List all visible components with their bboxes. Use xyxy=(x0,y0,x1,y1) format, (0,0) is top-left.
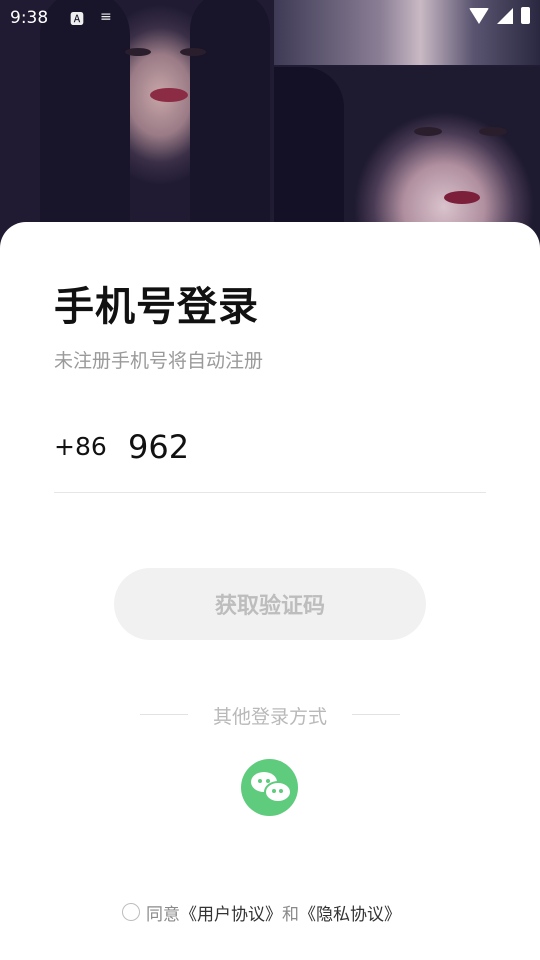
page-subtitle: 未注册手机号将自动注册 xyxy=(54,350,264,372)
header-photo-collage: 9:38 🅰 ≡ xyxy=(0,0,540,260)
notification-icon: ≡ xyxy=(100,9,112,25)
other-login-divider: 其他登录方式 xyxy=(140,702,400,728)
photo-left xyxy=(0,0,272,260)
wechat-bubble-eye xyxy=(279,789,283,793)
privacy-policy-link[interactable]: 《隐私协议》 xyxy=(299,900,401,925)
wifi-icon xyxy=(469,7,489,24)
signal-icon xyxy=(497,7,513,24)
user-agreement-link[interactable]: 《用户协议》 xyxy=(180,900,282,925)
photo-eye xyxy=(414,127,442,136)
photo-eye xyxy=(125,48,151,56)
wechat-bubble-small xyxy=(264,781,292,803)
page-title: 手机号登录 xyxy=(54,284,259,330)
wechat-bubble-eye xyxy=(258,779,262,783)
status-time: 9:38 xyxy=(10,8,49,28)
get-code-button[interactable]: 获取验证码 xyxy=(114,568,426,640)
photo-lips xyxy=(444,191,480,204)
status-bar: 9:38 🅰 ≡ xyxy=(0,0,540,36)
a-icon: 🅰 xyxy=(70,12,84,28)
photo-eye xyxy=(479,127,507,136)
status-right-icons xyxy=(469,7,530,24)
photo-lips xyxy=(150,88,188,102)
wechat-bubble-eye xyxy=(272,789,276,793)
phone-input[interactable] xyxy=(128,424,468,470)
agree-prefix: 同意 xyxy=(146,904,180,925)
other-login-label: 其他登录方式 xyxy=(212,706,327,728)
divider-line-right xyxy=(352,714,400,715)
battery-icon xyxy=(521,7,530,24)
photo-eye xyxy=(180,48,206,56)
agreement-row: 同意 《用户协议》 和 《隐私协议》 xyxy=(122,900,401,925)
phone-row: +86 xyxy=(54,422,486,493)
agree-conjunction: 和 xyxy=(282,904,299,925)
login-sheet: 手机号登录 未注册手机号将自动注册 +86 获取验证码 其他登录方式 同意 《用… xyxy=(0,222,540,960)
agree-radio[interactable] xyxy=(122,903,140,921)
wechat-login-button[interactable] xyxy=(241,759,298,816)
country-code[interactable]: +86 xyxy=(54,432,107,461)
